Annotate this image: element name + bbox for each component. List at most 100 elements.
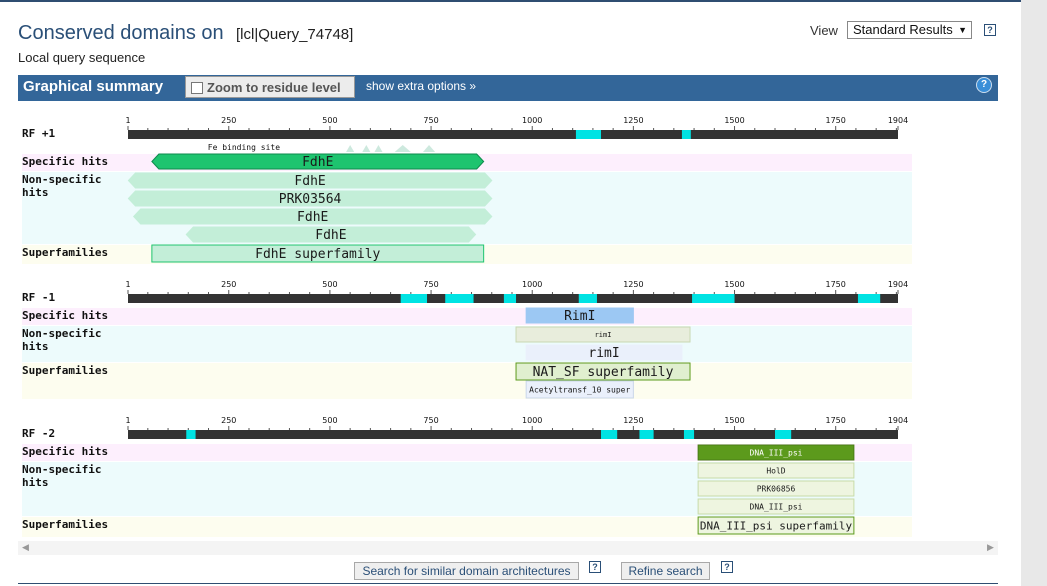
axis-tick-label: 500: [322, 116, 337, 125]
axis-tick-label: 1250: [623, 416, 643, 425]
nonspecific-hits-label: Non-specific: [22, 173, 101, 186]
superfamilies-label: Superfamilies: [22, 364, 108, 377]
axis-tick-label: 1000: [522, 416, 542, 425]
track-highlight-segment: [186, 430, 196, 439]
domain-graphic: 1 250 500 750 1000 1250 1500 1750 1904RF +1Speci…: [22, 116, 912, 537]
nonspecific-hit[interactable]: PRK03564: [127, 190, 493, 207]
specific-hits-label: Specific hits: [22, 155, 108, 168]
nonspecific-hit-label: rimI: [595, 331, 612, 339]
sequence-track: [128, 130, 898, 139]
axis-tick-label: 1750: [826, 416, 846, 425]
nonspecific-hit-label: FdhE: [294, 174, 325, 189]
superfamilies-band: [22, 363, 912, 399]
superfamilies-label: Superfamilies: [22, 518, 108, 531]
help-icon[interactable]: ?: [589, 561, 601, 573]
axis-tick-label: 1: [125, 416, 130, 425]
nonspecific-hits-band: [22, 326, 912, 362]
nonspecific-hit[interactable]: DNA_III_psi: [697, 498, 855, 515]
axis-tick-label: 1500: [724, 280, 744, 289]
specific-hits-label: Specific hits: [22, 445, 108, 458]
axis-tick-label: 1750: [826, 116, 846, 125]
track-highlight-segment: [681, 130, 691, 139]
axis-tick-label: 1: [125, 116, 130, 125]
specific-hit-label: RimI: [564, 309, 595, 324]
nonspecific-hit[interactable]: PRK06856: [697, 480, 855, 497]
nonspecific-hits-label: Non-specific: [22, 327, 101, 340]
help-icon[interactable]: ?: [721, 561, 733, 573]
nonspecific-hit[interactable]: rimI: [515, 326, 691, 343]
specific-hits-label: Specific hits: [22, 309, 108, 322]
nonspecific-hit[interactable]: FdhE: [185, 226, 477, 243]
nonspecific-hit-label: DNA_III_psi: [750, 502, 803, 511]
axis-tick-label: 750: [423, 416, 438, 425]
nonspecific-hit-label: FdhE: [297, 210, 328, 225]
specific-hit[interactable]: FdhE: [151, 153, 485, 170]
superfamily-hit-label: DNA_III_psi superfamily: [700, 519, 853, 532]
track-highlight-segment: [683, 430, 695, 439]
search-similar-architectures-button[interactable]: Search for similar domain architectures: [354, 562, 579, 580]
axis-tick-label: 250: [221, 416, 236, 425]
axis-tick-label: 1250: [623, 116, 643, 125]
chevron-right-icon[interactable]: ▶: [987, 542, 994, 553]
binding-site-marker: [362, 145, 371, 152]
track-highlight-segment: [445, 294, 474, 303]
axis-tick-label: 1: [125, 280, 130, 289]
axis-tick-label: 1904: [888, 416, 908, 425]
binding-site-marker: [374, 145, 383, 152]
axis-tick-label: 1500: [724, 416, 744, 425]
axis-tick-label: 1750: [826, 280, 846, 289]
specific-hits-band: [22, 308, 912, 325]
specific-hit[interactable]: DNA_III_psi: [697, 444, 855, 461]
track-highlight-segment: [575, 130, 602, 139]
superfamily-hit[interactable]: FdhE superfamily: [151, 244, 485, 263]
axis-tick-label: 1904: [888, 116, 908, 125]
track-highlight-segment: [578, 294, 597, 303]
axis-tick-label: 1500: [724, 116, 744, 125]
nonspecific-hit[interactable]: HolD: [697, 462, 855, 479]
axis-tick-label: 250: [221, 116, 236, 125]
fe-binding-site-label: Fe binding site: [208, 143, 280, 152]
axis-tick-label: 1250: [623, 280, 643, 289]
superfamilies-label: Superfamilies: [22, 246, 108, 259]
nonspecific-hit-label: HolD: [766, 466, 785, 475]
specific-hit[interactable]: RimI: [525, 307, 634, 324]
specific-hit-label: DNA_III_psi: [750, 448, 803, 457]
track-highlight-segment: [601, 430, 618, 439]
superfamily-hit[interactable]: NAT_SF superfamily: [515, 362, 691, 381]
superfamily-hit-label: NAT_SF superfamily: [533, 365, 674, 380]
axis-tick-label: 750: [423, 280, 438, 289]
nonspecific-hit-label: PRK03564: [279, 192, 342, 207]
track-highlight-segment: [692, 294, 735, 303]
reading-frame-label: RF -2: [22, 427, 55, 440]
superfamily-hit[interactable]: Acetyltransf_10 super: [525, 380, 634, 399]
axis-tick-label: 250: [221, 280, 236, 289]
nonspecific-hit[interactable]: FdhE: [132, 208, 493, 225]
track-highlight-segment: [774, 430, 792, 439]
nonspecific-hit-label: PRK06856: [757, 484, 796, 493]
track-highlight-segment: [857, 294, 881, 303]
nonspecific-hit[interactable]: rimI: [525, 344, 683, 361]
nonspecific-hit[interactable]: FdhE: [127, 172, 493, 189]
axis-tick-label: 750: [423, 116, 438, 125]
superfamily-hit[interactable]: DNA_III_psi superfamily: [697, 516, 855, 535]
axis-tick-label: 1904: [888, 280, 908, 289]
nonspecific-hit-label: rimI: [588, 346, 619, 361]
binding-site-marker: [422, 145, 436, 152]
page-side-gutter: [1021, 0, 1047, 586]
binding-site-marker: [346, 145, 355, 152]
nonspecific-hits-label: hits: [22, 476, 49, 489]
track-highlight-segment: [503, 294, 517, 303]
track-highlight-segment: [400, 294, 428, 303]
nonspecific-hit-label: FdhE: [315, 228, 346, 243]
nonspecific-hits-label: hits: [22, 340, 49, 353]
binding-site-marker: [394, 145, 411, 152]
reading-frame-label: RF +1: [22, 127, 55, 140]
refine-search-button[interactable]: Refine search: [621, 562, 710, 580]
reading-frame-label: RF -1: [22, 291, 55, 304]
nonspecific-hits-label: hits: [22, 186, 49, 199]
superfamily-hit-label: Acetyltransf_10 super: [529, 385, 630, 394]
specific-hit-label: FdhE: [302, 155, 333, 170]
cd-search-results-page: Conserved domains on [lcl|Query_74748] L…: [0, 0, 1021, 586]
horizontal-scrollbar[interactable]: ◀ ▶: [18, 541, 998, 555]
chevron-left-icon[interactable]: ◀: [22, 542, 29, 553]
